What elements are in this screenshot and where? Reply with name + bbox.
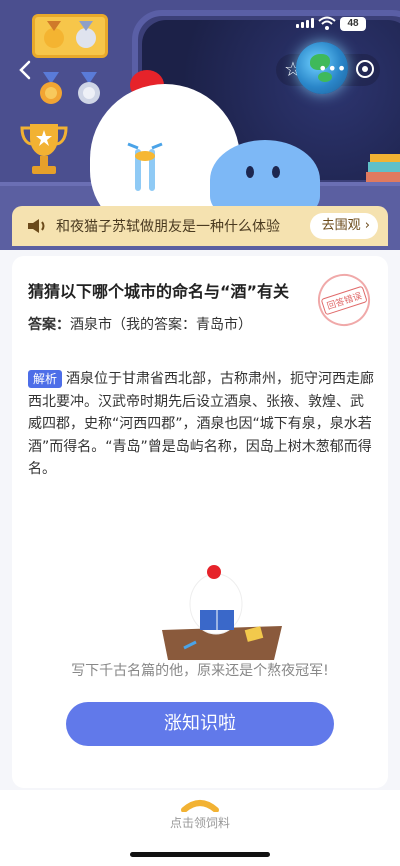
notice-bar[interactable]: 和夜猫子苏轼做朋友是一种什么体验 去围观 › — [12, 206, 388, 246]
got-it-button[interactable]: 涨知识啦 — [66, 702, 334, 746]
wifi-icon — [318, 16, 336, 30]
analysis-text: 酒泉位于甘肃省西北部，古称肃州，扼守河西走廊西北要冲。汉武帝时期先后设立酒泉、张… — [28, 371, 375, 477]
signal-icon — [296, 18, 314, 28]
chevron-right-icon: › — [360, 218, 370, 233]
answer-value: 酒泉市（我的答案：青岛市） — [70, 317, 252, 333]
bronze-medal-icon — [40, 72, 62, 104]
books-icon — [366, 154, 400, 182]
notice-go-label: 去围观 — [321, 218, 361, 233]
question-title: 猜猜以下哪个城市的命名与“酒”有关 — [28, 282, 290, 301]
back-arrow-icon[interactable] — [14, 58, 38, 82]
reading-chicken-illustration — [162, 565, 282, 660]
trophy-icon — [20, 124, 68, 174]
stamp-text: 回答错误 — [320, 285, 368, 315]
speaker-icon — [28, 219, 45, 233]
battery-indicator: 48 — [340, 17, 366, 31]
more-icon[interactable]: ••• — [318, 58, 346, 80]
home-indicator — [130, 852, 270, 857]
analysis-tag: 解析 — [28, 370, 63, 388]
answer-card: 猜猜以下哪个城市的命名与“酒”有关 回答错误 答案：酒泉市（我的答案：青岛市） … — [12, 256, 388, 788]
target-icon[interactable] — [354, 58, 376, 80]
illustration-caption: 写下千古名篇的他，原来还是个熬夜冠军! — [71, 663, 329, 679]
notice-go-button[interactable]: 去围观 › — [309, 213, 378, 239]
wrong-answer-stamp: 回答错误 — [311, 267, 377, 333]
answer-label: 答案： — [28, 317, 70, 333]
analysis-block: 解析 酒泉位于甘肃省西北部，古称肃州，扼守河西走廊西北要冲。汉武帝时期先后设立酒泉… — [28, 368, 374, 481]
status-bar: 48 — [0, 0, 400, 44]
chevron-up-icon[interactable] — [180, 798, 220, 812]
feed-button-label[interactable]: 点击领饲料 — [0, 814, 400, 831]
answer-line: 答案：酒泉市（我的答案：青岛市） — [28, 314, 252, 334]
notice-text: 和夜猫子苏轼做朋友是一种什么体验 — [56, 219, 280, 235]
